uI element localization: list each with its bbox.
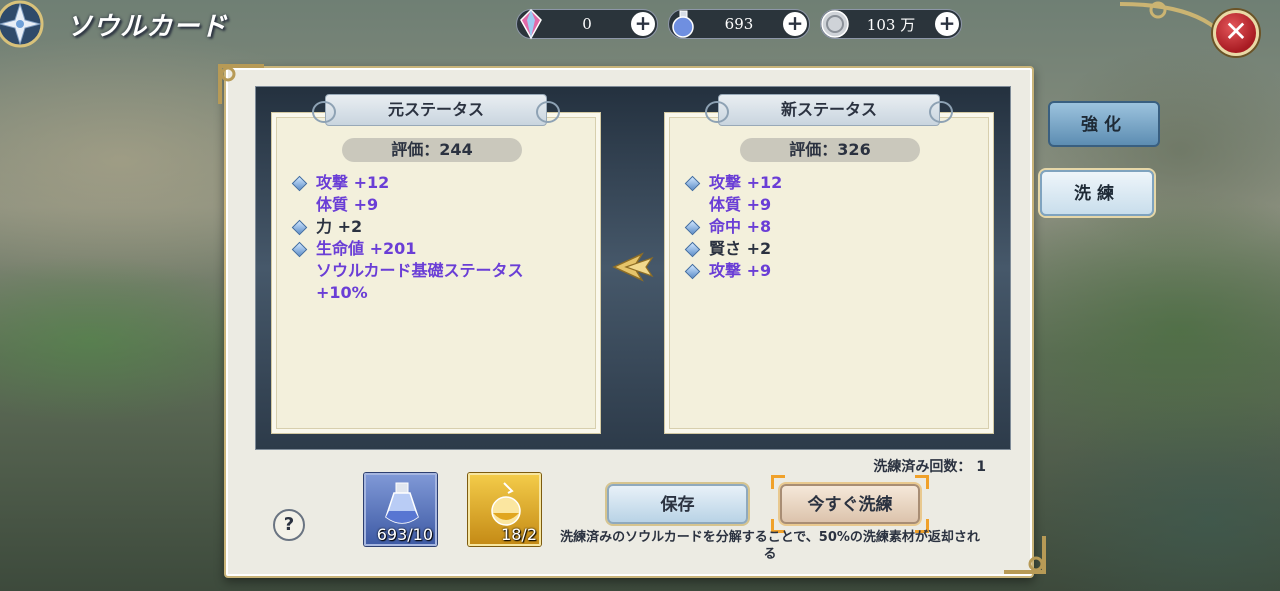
close-button[interactable]: ✕ [1213,10,1259,56]
stat-line: 生命値 +201 [290,238,550,260]
stat-line: 攻撃 +12 [290,172,550,194]
save-button[interactable]: 保存 [607,484,748,524]
stat-line: 攻撃 +12 [683,172,943,194]
diamond-icon [684,219,701,236]
add-crystal-button[interactable]: + [631,12,655,36]
panel-corner-ornament-icon [1004,536,1046,574]
add-silver-button[interactable]: + [935,12,959,36]
compass-emblem-icon [0,0,44,48]
tab-enhance[interactable]: 強化 [1048,101,1160,147]
stat-text: 攻撃 +9 [709,261,772,280]
crystal-icon [520,8,542,40]
stat-text: +10% [316,283,368,302]
stat-line: 力 +2 [290,216,550,238]
stat-text: 攻撃 +12 [709,173,783,192]
help-button[interactable]: ? [273,509,305,541]
gold-potion-count: 18/2 [501,525,537,544]
stat-text: 力 +2 [316,217,363,236]
tab-refine[interactable]: 洗練 [1040,170,1154,216]
potion-count: 693 [724,15,754,33]
blue-potion-icon [385,482,419,524]
crystal-count: 0 [582,15,592,33]
blue-potion-count: 693/10 [376,525,433,544]
refine-count-label: 洗練済み回数： 1 [873,459,986,475]
new-status-title: 新ステータス [705,94,953,126]
diamond-icon [684,175,701,192]
silver-count: 103 万 [866,15,916,34]
currency-crystal: 0 + [516,8,658,40]
diamond-icon [684,263,701,280]
stat-line: 体質 +9 [290,194,550,216]
stat-text: ソウルカード基礎ステータス [316,261,524,280]
diamond-icon [291,219,308,236]
currency-potion: 693 + [668,9,810,39]
new-stat-list: 攻撃 +12 体質 +9 命中 +8 賢さ +2 攻撃 +9 [683,172,943,282]
potion-icon [672,10,694,38]
stat-text: 攻撃 +12 [316,173,390,192]
diamond-icon [291,175,308,192]
gold-potion-icon [491,482,521,526]
stat-text: 命中 +8 [709,217,772,236]
stat-line: 賢さ +2 [683,238,943,260]
page-title: ソウルカード [66,12,228,42]
stat-text: 生命値 +201 [316,239,417,258]
stat-line: 体質 +9 [683,194,943,216]
stat-line: +10% [290,282,550,304]
stat-text: 体質 +9 [316,195,379,214]
silver-coin-icon [821,10,849,38]
stat-line: 命中 +8 [683,216,943,238]
new-evaluation: 評価：326 [740,138,920,162]
stat-line: 攻撃 +9 [683,260,943,282]
original-status-title: 元ステータス [312,94,560,126]
arrow-left-icon [612,252,654,282]
diamond-icon [684,241,701,258]
blue-potion-item[interactable]: 693/10 [364,473,437,546]
refine-notice: 洗練済みのソウルカードを分解することで、50%の洗練素材が返却される [560,530,980,562]
stat-text: 体質 +9 [709,195,772,214]
diamond-icon [291,241,308,258]
refine-now-button[interactable]: 今すぐ洗練 [780,484,920,524]
add-potion-button[interactable]: + [783,12,807,36]
stat-text: 賢さ +2 [709,239,772,258]
currency-silver: 103 万 + [820,9,962,39]
stat-line: ソウルカード基礎ステータス [290,260,550,282]
original-evaluation: 評価：244 [342,138,522,162]
original-stat-list: 攻撃 +12 体質 +9 力 +2 生命値 +201 ソウルカード基礎ステータス +10% [290,172,550,304]
gold-potion-item[interactable]: 18/2 [468,473,541,546]
